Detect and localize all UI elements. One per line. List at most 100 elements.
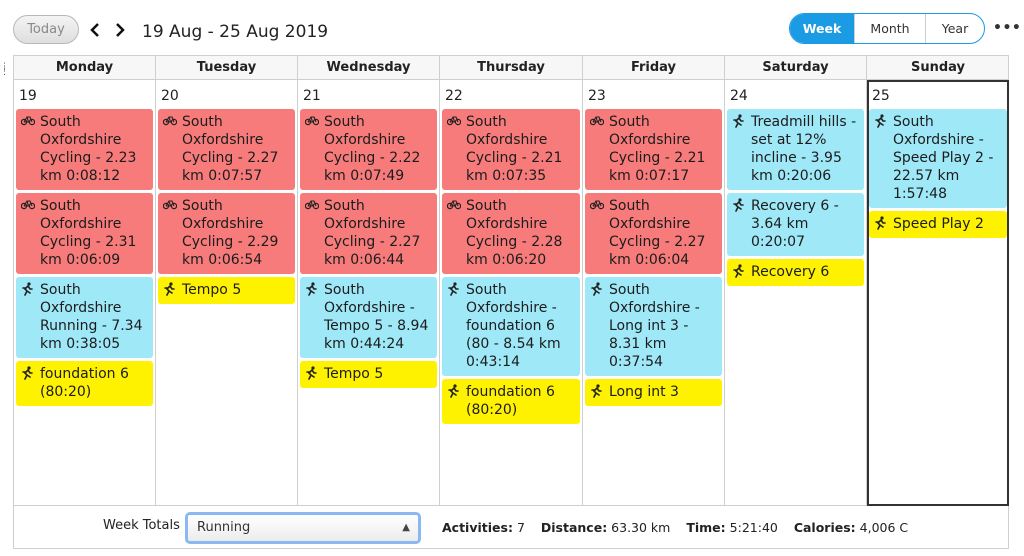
event-text: Recovery 6 <box>751 264 830 280</box>
sport-select[interactable]: Running ▲ <box>185 512 421 544</box>
runner-icon <box>305 282 317 300</box>
day-number: 23 <box>588 88 606 104</box>
activity-running[interactable]: South Oxfordshire - Speed Play 2 - 22.57… <box>869 109 1007 208</box>
bicycle-icon <box>304 114 320 130</box>
day-header-sunday: Sunday <box>910 60 966 75</box>
day-column-wednesday[interactable]: 21 South Oxfordshire Cycling - 2.22 km 0:… <box>298 80 440 506</box>
day-number: 21 <box>303 88 321 104</box>
runner-icon <box>163 282 175 300</box>
previous-week-button[interactable] <box>90 18 100 44</box>
runner-icon <box>305 366 317 384</box>
planned-workout[interactable]: Tempo 5 <box>300 361 437 388</box>
planned-workout[interactable]: foundation 6 (80:20) <box>442 379 580 424</box>
day-header-saturday: Saturday <box>725 56 867 79</box>
today-button[interactable]: Today <box>13 15 79 44</box>
runner-icon <box>732 114 744 132</box>
event-text: South Oxfordshire Cycling - 2.27 km 0:06… <box>324 198 421 268</box>
event-text: South Oxfordshire - Speed Play 2 - 22.57… <box>893 114 994 202</box>
event-text: South Oxfordshire Cycling - 2.29 km 0:06… <box>182 198 279 268</box>
event-text: South Oxfordshire Cycling - 2.21 km 0:07… <box>466 114 563 184</box>
activity-cycling[interactable]: South Oxfordshire Cycling - 2.21 km 0:07… <box>442 109 580 190</box>
day-header-friday: Friday <box>583 56 725 79</box>
day-column-thursday[interactable]: 22 South Oxfordshire Cycling - 2.21 km 0:… <box>440 80 583 506</box>
view-week-button[interactable]: Week <box>790 14 854 43</box>
bicycle-icon <box>162 198 178 214</box>
day-header-wednesday: Wednesday <box>298 56 440 79</box>
activity-cycling[interactable]: South Oxfordshire Cycling - 2.31 km 0:06… <box>16 193 153 274</box>
bicycle-icon <box>162 114 178 130</box>
week-stats: Activities: 7 Distance: 63.30 km Time: 5… <box>442 520 908 535</box>
event-text: Tempo 5 <box>324 366 384 382</box>
activity-cycling[interactable]: South Oxfordshire Cycling - 2.27 km 0:06… <box>300 193 437 274</box>
planned-workout[interactable]: Long int 3 <box>585 379 722 406</box>
day-column-friday[interactable]: 23 South Oxfordshire Cycling - 2.21 km 0:… <box>583 80 725 506</box>
activity-cycling[interactable]: South Oxfordshire Cycling - 2.27 km 0:06… <box>585 193 722 274</box>
day-number: 25 <box>872 88 890 104</box>
day-column-tuesday[interactable]: 20 South Oxfordshire Cycling - 2.27 km 0:… <box>156 80 298 506</box>
day-number: 20 <box>161 88 179 104</box>
week-calendar: Monday Tuesday Wednesday Thursday Friday Satu… <box>13 55 1009 506</box>
activity-running[interactable]: Treadmill hills - set at 12% incline - 3… <box>727 109 864 190</box>
day-headers: Monday Tuesday Wednesday Thursday Friday Satu… <box>14 56 1008 80</box>
event-text: Tempo 5 <box>182 282 242 298</box>
event-text: Recovery 6 - 3.64 km 0:20:07 <box>751 198 839 250</box>
chevron-left-icon <box>90 23 99 37</box>
activity-cycling[interactable]: South Oxfordshire Cycling - 2.22 km 0:07… <box>300 109 437 190</box>
event-text: Treadmill hills - set at 12% incline - 3… <box>751 114 857 184</box>
planned-workout[interactable]: Tempo 5 <box>158 277 295 304</box>
week-totals-label: Week Totals <box>103 518 180 533</box>
day-column-monday[interactable]: 19 South Oxfordshire Cycling - 2.23 km 0:… <box>14 80 156 506</box>
activity-running[interactable]: South Oxfordshire - Tempo 5 - 8.94 km 0:… <box>300 277 437 358</box>
activity-cycling[interactable]: South Oxfordshire Cycling - 2.21 km 0:07… <box>585 109 722 190</box>
day-columns: 19 South Oxfordshire Cycling - 2.23 km 0:… <box>14 80 1009 506</box>
planned-workout[interactable]: Recovery 6 <box>727 259 864 286</box>
bicycle-icon <box>20 114 36 130</box>
event-text: foundation 6 (80:20) <box>40 366 129 400</box>
day-number: 19 <box>19 88 37 104</box>
activity-cycling[interactable]: South Oxfordshire Cycling - 2.29 km 0:06… <box>158 193 295 274</box>
day-column-sunday[interactable]: 25 South Oxfordshire - Speed Play 2 - 22.… <box>867 80 1009 506</box>
time-value: 5:21:40 <box>729 520 778 535</box>
event-text: South Oxfordshire - Tempo 5 - 8.94 km 0:… <box>324 282 429 352</box>
activities-value: 7 <box>516 520 525 535</box>
activity-running[interactable]: South Oxfordshire - Long int 3 - 8.31 km… <box>585 277 722 376</box>
sport-select-value: Running <box>197 520 251 535</box>
calories-value: 4,006 C <box>859 520 909 535</box>
activity-cycling[interactable]: South Oxfordshire Cycling - 2.23 km 0:08… <box>16 109 153 190</box>
runner-icon <box>590 282 602 300</box>
bicycle-icon <box>20 198 36 214</box>
planned-workout[interactable]: foundation 6 (80:20) <box>16 361 153 406</box>
event-text: South Oxfordshire Cycling - 2.28 km 0:06… <box>466 198 563 268</box>
runner-icon <box>447 384 459 402</box>
view-month-button[interactable]: Month <box>854 14 925 43</box>
event-text: South Oxfordshire Cycling - 2.27 km 0:06… <box>609 198 706 268</box>
drag-handle-icon[interactable]: ⋮ ⋮ <box>0 63 9 79</box>
event-text: South Oxfordshire Cycling - 2.27 km 0:07… <box>182 114 279 184</box>
event-text: South Oxfordshire Running - 7.34 km 0:38… <box>40 282 143 352</box>
select-arrows-icon: ▲ <box>402 522 410 533</box>
day-column-saturday[interactable]: 24 Treadmill hills - set at 12% incline -… <box>725 80 867 506</box>
event-text: South Oxfordshire - Long int 3 - 8.31 km… <box>609 282 700 370</box>
event-text: Speed Play 2 <box>893 216 984 232</box>
day-header-tuesday: Tuesday <box>156 56 298 79</box>
chevron-right-icon <box>116 23 125 37</box>
event-text: Long int 3 <box>609 384 679 400</box>
event-text: foundation 6 (80:20) <box>466 384 555 418</box>
activity-running[interactable]: Recovery 6 - 3.64 km 0:20:07 <box>727 193 864 256</box>
next-week-button[interactable] <box>115 18 125 44</box>
activity-running[interactable]: South Oxfordshire - foundation 6 (80 - 8… <box>442 277 580 376</box>
calories-label: Calories: <box>793 520 856 535</box>
planned-workout[interactable]: Speed Play 2 <box>869 211 1007 238</box>
more-options-icon[interactable]: ••• <box>993 20 1021 36</box>
activity-cycling[interactable]: South Oxfordshire Cycling - 2.28 km 0:06… <box>442 193 580 274</box>
view-year-button[interactable]: Year <box>925 14 984 43</box>
event-text: South Oxfordshire Cycling - 2.21 km 0:07… <box>609 114 706 184</box>
week-totals-bar: Week Totals Running ▲ Activities: 7 Dist… <box>13 505 1009 549</box>
activity-running[interactable]: South Oxfordshire Running - 7.34 km 0:38… <box>16 277 153 358</box>
bicycle-icon <box>446 198 462 214</box>
distance-value: 63.30 km <box>611 520 671 535</box>
activity-cycling[interactable]: South Oxfordshire Cycling - 2.27 km 0:07… <box>158 109 295 190</box>
day-number: 22 <box>445 88 463 104</box>
event-text: South Oxfordshire Cycling - 2.31 km 0:06… <box>40 198 137 268</box>
bicycle-icon <box>304 198 320 214</box>
